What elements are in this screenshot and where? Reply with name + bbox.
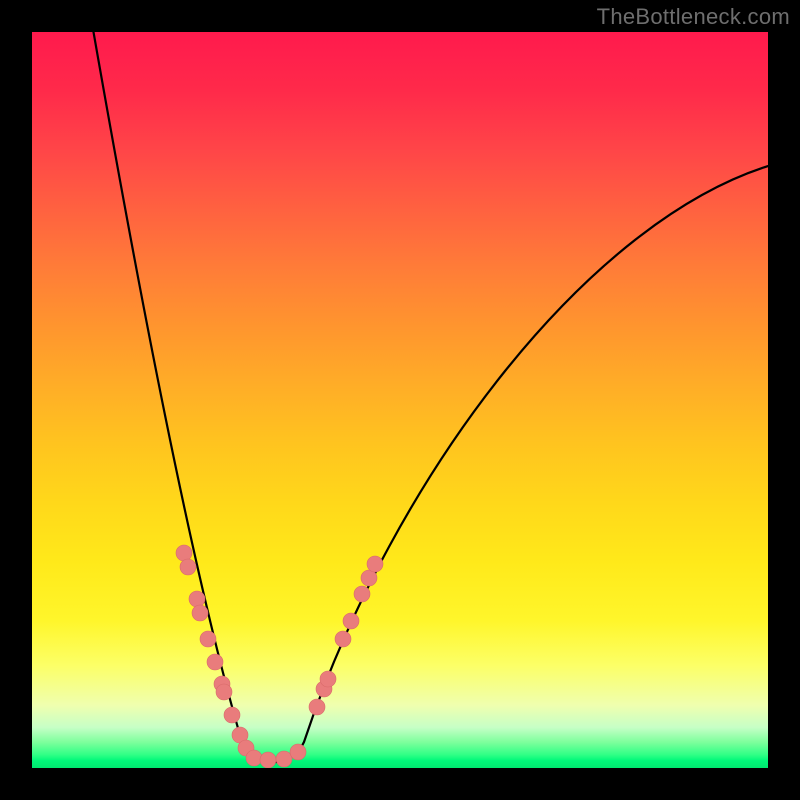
data-point xyxy=(343,613,359,629)
data-point xyxy=(354,586,370,602)
data-point xyxy=(200,631,216,647)
data-point xyxy=(276,751,292,767)
data-point xyxy=(180,559,196,575)
curve-overlay xyxy=(32,32,768,768)
data-point xyxy=(320,671,336,687)
data-point xyxy=(216,684,232,700)
data-point xyxy=(176,545,192,561)
data-point xyxy=(189,591,205,607)
data-point xyxy=(246,750,262,766)
watermark-text: TheBottleneck.com xyxy=(597,4,790,30)
data-point xyxy=(367,556,383,572)
bottleneck-curve xyxy=(90,32,768,762)
data-point xyxy=(335,631,351,647)
dot-group xyxy=(176,545,383,768)
data-point xyxy=(309,699,325,715)
data-point xyxy=(192,605,208,621)
data-point xyxy=(260,752,276,768)
data-point xyxy=(207,654,223,670)
plot-area xyxy=(32,32,768,768)
data-point xyxy=(361,570,377,586)
data-point xyxy=(290,744,306,760)
data-point xyxy=(224,707,240,723)
